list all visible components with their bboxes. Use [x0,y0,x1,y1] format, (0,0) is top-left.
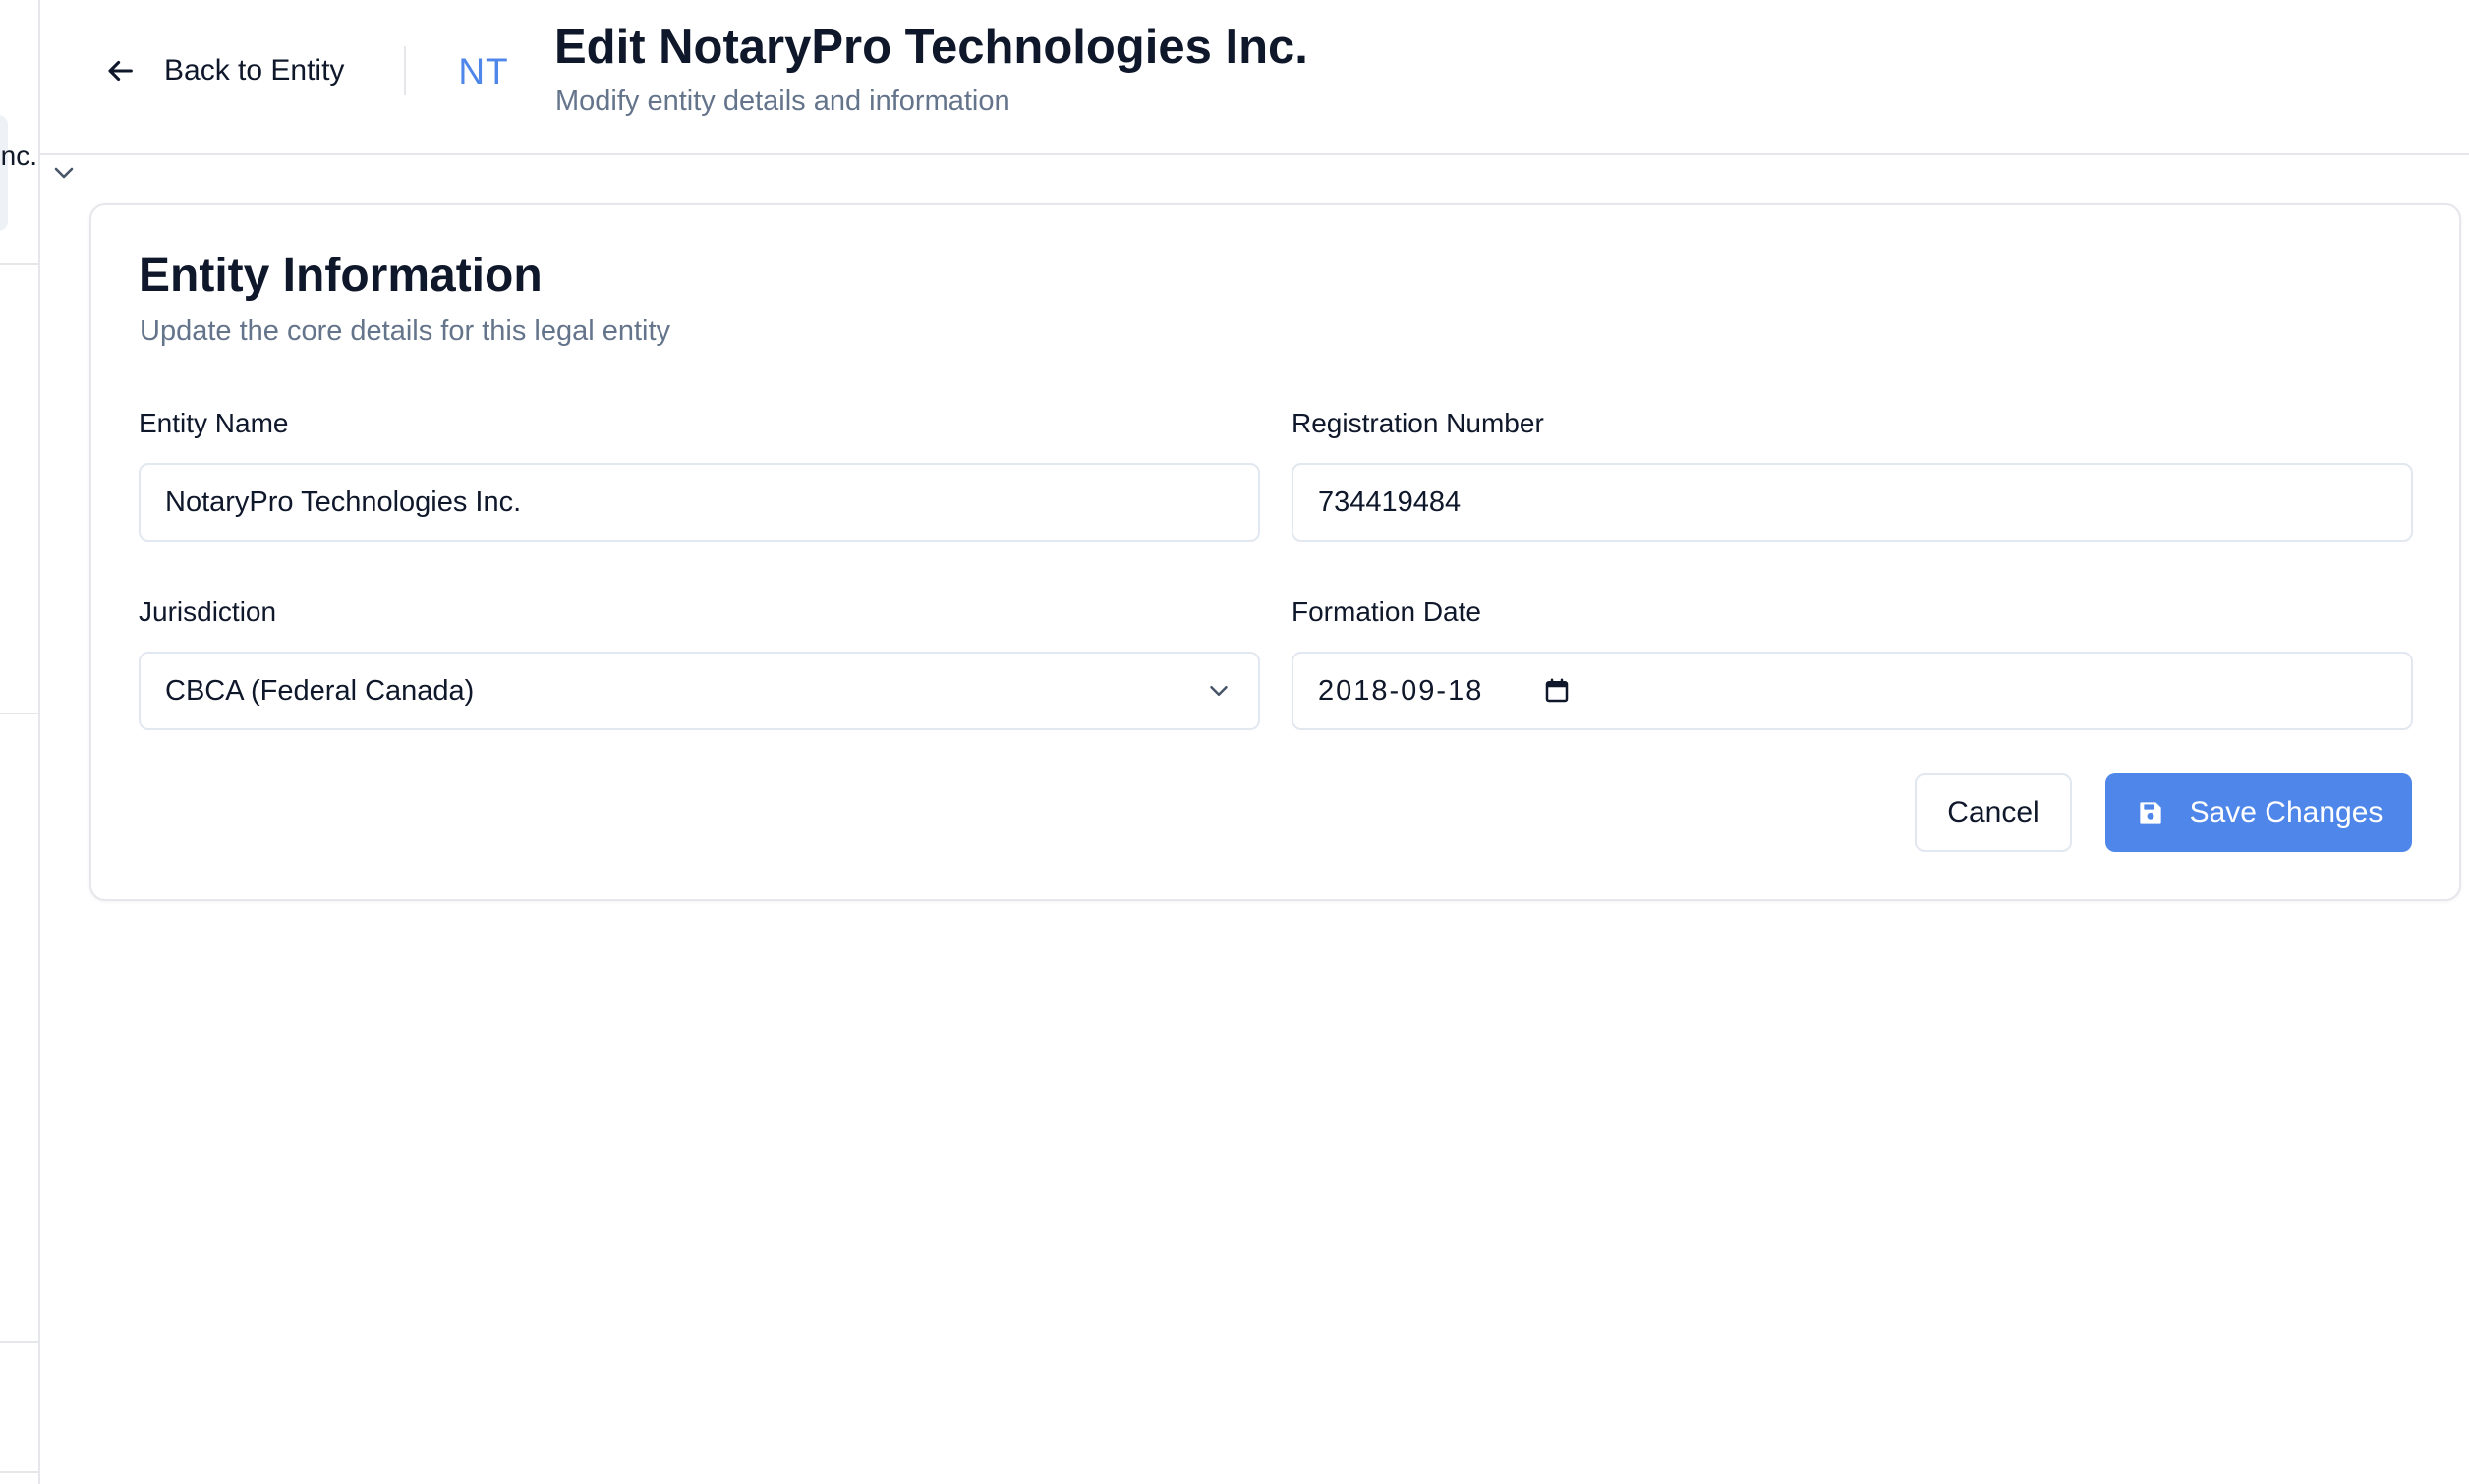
chevron-down-icon[interactable] [51,163,77,183]
registration-number-group: Registration Number 734419484 [1292,406,2413,542]
registration-number-input[interactable]: 734419484 [1292,463,2413,542]
entity-name-label: Entity Name [139,408,289,438]
formation-date-label: Formation Date [1292,597,1481,627]
formation-date-input[interactable]: 2018-09-18 [1292,652,2413,730]
jurisdiction-group: Jurisdiction CBCA (Federal Canada) [139,595,1260,730]
page-title: Edit NotaryPro Technologies Inc. [554,21,1308,74]
save-changes-label: Save Changes [2189,796,2383,828]
entity-information-card: Entity Information Update the core detai… [89,203,2461,901]
arrow-left-icon [108,60,133,82]
jurisdiction-select[interactable]: CBCA (Federal Canada) [139,652,1260,730]
entity-name-input[interactable]: NotaryPro Technologies Inc. [139,463,1260,542]
back-label: Back to Entity [164,54,345,86]
sidebar-divider [0,1471,38,1473]
jurisdiction-value: CBCA (Federal Canada) [165,674,475,707]
entity-name-group: Entity Name NotaryPro Technologies Inc. [139,406,1260,542]
back-to-entity-button[interactable]: Back to Entity [103,43,344,98]
chevron-down-icon [1210,686,1228,696]
page-subtitle: Modify entity details and information [555,86,1010,117]
card-title: Entity Information [139,250,543,302]
header-divider [404,46,406,95]
avatar: NT [458,51,509,91]
save-icon [2139,802,2161,824]
formation-date-value: 2018-09-18 [1318,674,1484,707]
formation-date-group: Formation Date 2018-09-18 [1292,595,2413,730]
registration-number-label: Registration Number [1292,408,1544,438]
jurisdiction-label: Jurisdiction [139,597,277,627]
save-changes-button[interactable]: Save Changes [2105,773,2412,852]
sidebar-entity-label-clip: Inc. [0,141,37,176]
sidebar [0,0,40,1484]
page-header: Back to Entity NT Edit NotaryPro Technol… [40,0,2469,155]
entity-name-value: NotaryPro Technologies Inc. [165,485,522,518]
registration-number-value: 734419484 [1318,485,1462,518]
sidebar-entity-label[interactable]: Inc. [0,141,37,172]
sidebar-divider [0,263,38,265]
calendar-icon[interactable] [1542,676,1572,706]
form-actions: Cancel Save Changes [1915,773,2412,852]
cancel-button[interactable]: Cancel [1915,773,2072,852]
sidebar-divider [0,1341,38,1343]
sidebar-divider [0,713,38,714]
card-subtitle: Update the core details for this legal e… [140,315,671,347]
